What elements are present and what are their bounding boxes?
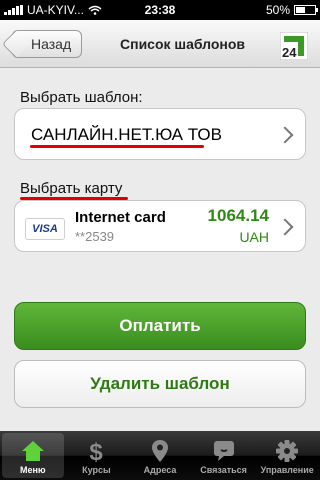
tab-addresses[interactable]: Адреса	[129, 433, 191, 478]
card-name: Internet card	[75, 209, 166, 226]
card-balance: 1064.14	[207, 206, 269, 225]
template-selector[interactable]: САНЛАЙН.НЕТ.ЮА ТОВ	[14, 108, 306, 160]
pay-button[interactable]: Оплатить	[14, 302, 306, 350]
back-button[interactable]: Назад	[12, 30, 83, 58]
tab-label: Адреса	[143, 465, 177, 475]
home-icon	[21, 441, 44, 461]
template-label: Выбрать шаблон:	[20, 89, 143, 106]
tab-rates[interactable]: $ Курсы	[66, 433, 128, 478]
tab-settings[interactable]: Управление	[256, 433, 318, 478]
visa-card-icon: VISA	[25, 218, 65, 240]
battery-percent: 50%	[265, 3, 290, 17]
back-button-label: Назад	[31, 36, 72, 52]
svg-text:$: $	[90, 439, 104, 463]
chevron-right-icon	[276, 218, 294, 236]
tab-label: Курсы	[82, 465, 111, 475]
location-pin-icon	[151, 440, 168, 462]
tab-label: Связаться	[200, 465, 247, 475]
card-label: Выбрать карту	[20, 180, 123, 197]
battery-icon	[294, 5, 318, 15]
privatbank-24-logo: 24	[280, 32, 308, 60]
gear-icon	[276, 440, 299, 462]
dollar-icon: $	[90, 439, 104, 463]
card-currency: UAH	[239, 229, 269, 245]
red-underline	[30, 145, 204, 148]
navigation-bar: Назад Список шаблонов 24	[0, 20, 320, 68]
card-selector[interactable]: VISA Internet card **2539 1064.14 UAH	[14, 200, 306, 252]
tab-label: Меню	[19, 465, 46, 475]
chat-icon	[213, 441, 234, 461]
tab-contact[interactable]: Связаться	[193, 433, 255, 478]
logo-text: 24	[282, 45, 297, 60]
card-number: **2539	[75, 229, 115, 244]
delete-template-button[interactable]: Удалить шаблон	[14, 360, 306, 408]
template-value: САНЛАЙН.НЕТ.ЮА ТОВ	[31, 125, 222, 144]
status-bar: UA-KYIV... 23:38 50%	[0, 0, 320, 20]
tab-menu[interactable]: Меню	[2, 433, 64, 478]
battery-fill	[296, 7, 305, 13]
page-title: Список шаблонов	[120, 36, 246, 52]
chevron-right-icon	[276, 126, 294, 144]
tab-label: Управление	[260, 465, 314, 475]
tab-bar: Меню $ Курсы Адреса Связаться Управление	[0, 431, 320, 480]
